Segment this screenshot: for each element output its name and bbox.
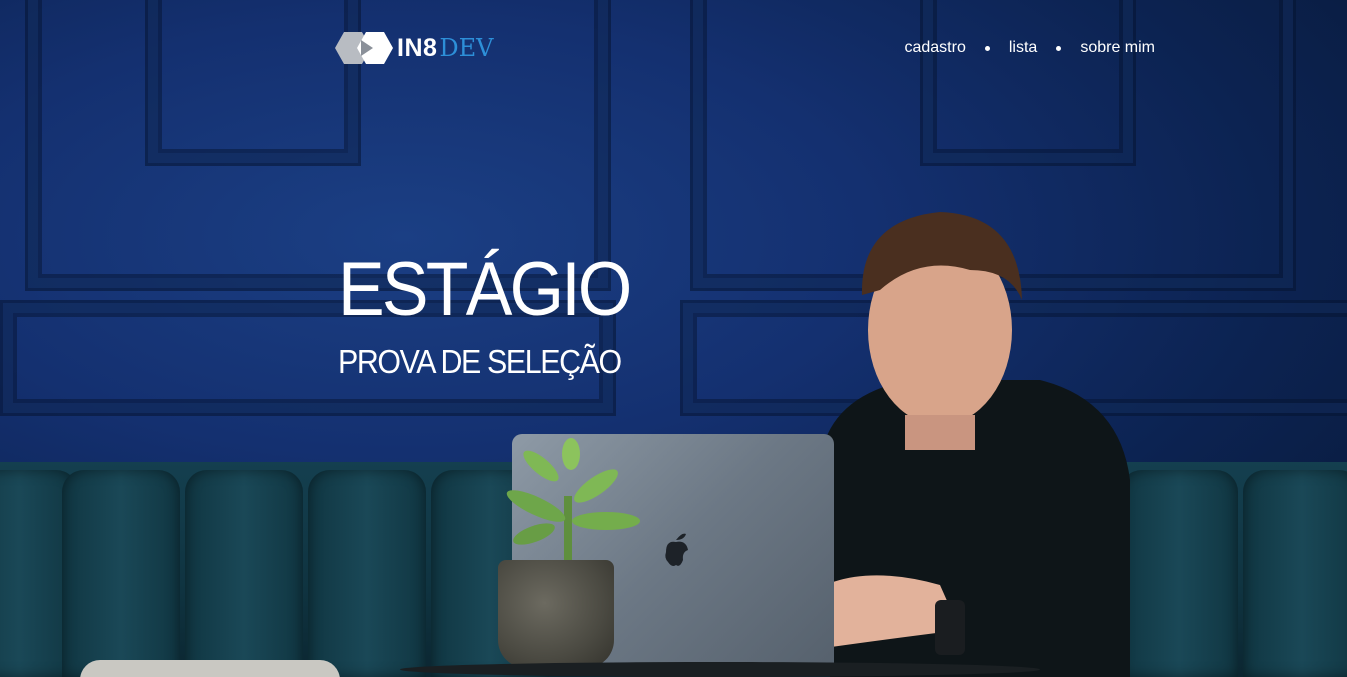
hero-headline: ESTÁGIO PROVA DE SELEÇÃO	[338, 250, 655, 382]
apple-logo-icon	[665, 533, 688, 566]
hero-title: ESTÁGIO	[338, 247, 632, 332]
nav-separator-dot	[984, 45, 990, 51]
hero-section	[0, 0, 1347, 677]
nav-link-cadastro[interactable]: cadastro	[904, 39, 965, 57]
sofa-cushion	[1243, 470, 1347, 677]
nav-link-sobre-mim[interactable]: sobre mim	[1080, 39, 1155, 57]
person-illustration	[800, 212, 1130, 677]
wall-panel	[920, 0, 1136, 166]
brand-logo[interactable]: IN8 DEV	[333, 27, 494, 69]
top-navbar: IN8 DEV cadastro lista sobre mim	[333, 26, 1155, 70]
logo-text-primary: IN8	[397, 33, 438, 62]
main-menu: cadastro lista sobre mim	[904, 39, 1155, 57]
plant-pot	[498, 560, 614, 668]
wall-panel	[145, 0, 361, 166]
sofa-cushion	[185, 470, 303, 677]
succulent-plant	[506, 438, 640, 564]
sofa-cushion	[62, 470, 180, 677]
chair-cloth	[80, 660, 340, 677]
logo-text-secondary: DEV	[439, 34, 494, 62]
hero-subtitle: PROVA DE SELEÇÃO	[338, 343, 622, 380]
nav-separator-dot	[1056, 45, 1062, 51]
nav-link-lista[interactable]: lista	[1009, 39, 1037, 57]
sofa-cushion	[308, 470, 426, 677]
in8-hexagon-logo-icon	[335, 32, 393, 64]
table	[400, 662, 1040, 677]
